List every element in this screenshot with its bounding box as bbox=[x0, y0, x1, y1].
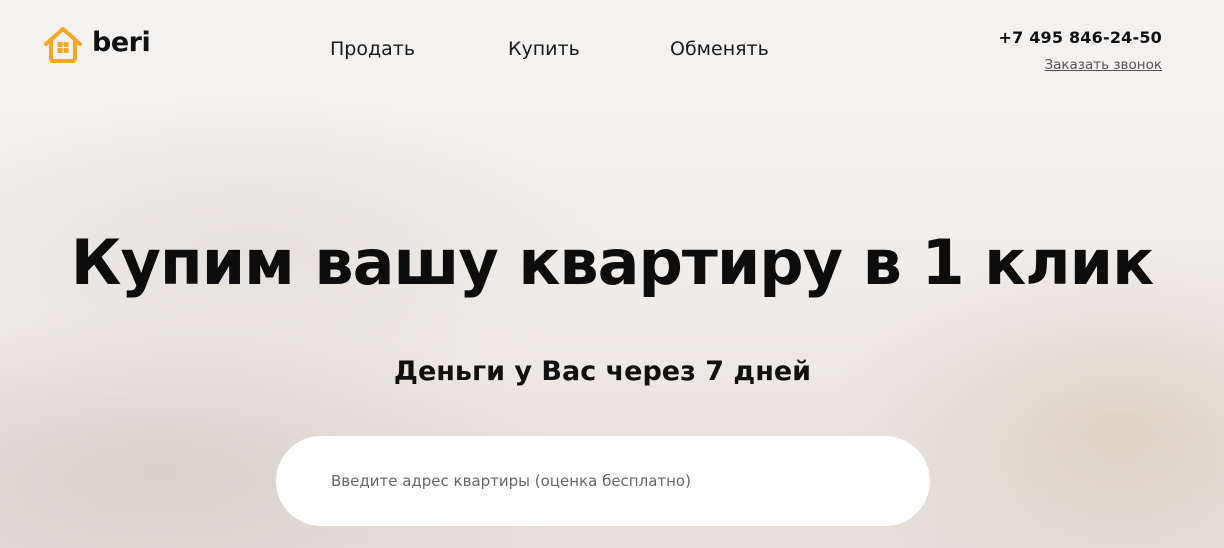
nav-item-sell[interactable]: Продать bbox=[330, 38, 415, 60]
address-input[interactable] bbox=[329, 471, 893, 491]
brand-name: beri bbox=[92, 26, 151, 58]
hero-title: Купим вашу квартиру в 1 клик bbox=[70, 226, 1154, 299]
nav-item-exchange[interactable]: Обменять bbox=[670, 38, 769, 60]
logo-link[interactable]: beri bbox=[42, 24, 151, 64]
nav-item-buy[interactable]: Купить bbox=[508, 38, 580, 60]
contact-block: +7 495 846-24-50 Заказать звонок bbox=[999, 28, 1163, 73]
phone-number[interactable]: +7 495 846-24-50 bbox=[999, 28, 1163, 47]
callback-link[interactable]: Заказать звонок bbox=[999, 57, 1162, 73]
hero-subtitle: Деньги у Вас через 7 дней bbox=[393, 356, 812, 387]
address-search-box bbox=[276, 436, 930, 526]
house-icon bbox=[44, 27, 82, 63]
site-header: beri Продать Купить Обменять +7 495 846-… bbox=[0, 0, 1224, 90]
